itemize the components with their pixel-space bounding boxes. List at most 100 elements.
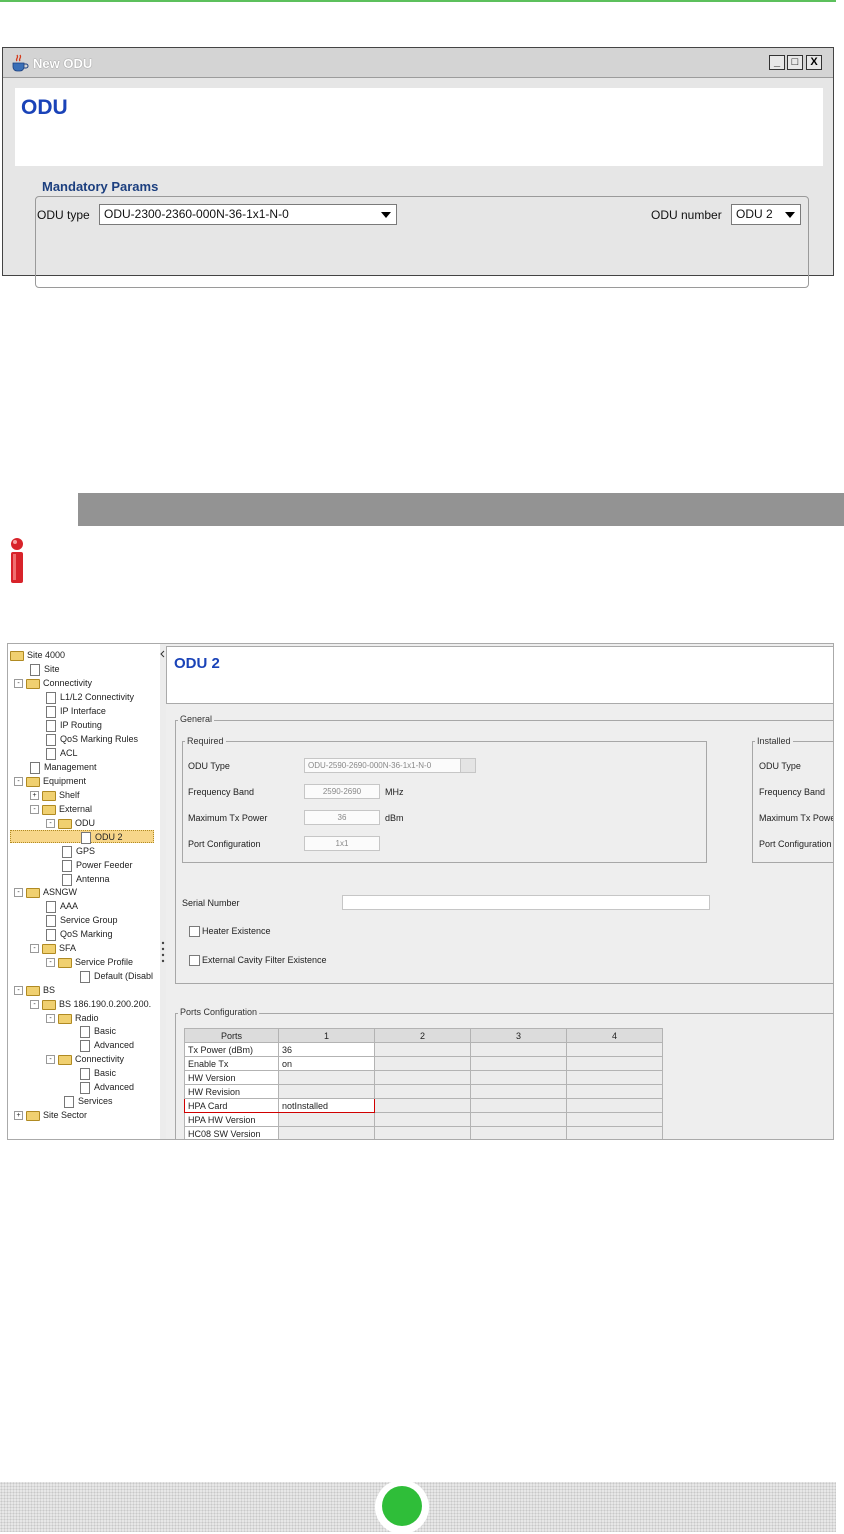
frequency-band-field: 2590-2690 (304, 784, 380, 799)
close-button[interactable]: X (806, 55, 822, 70)
info-person-icon (11, 538, 23, 583)
table-cell[interactable]: 36 (278, 1042, 375, 1057)
folder-open-icon (58, 818, 72, 829)
tree-item-site-4000[interactable]: Site 4000 (10, 649, 65, 662)
serial-number-label: Serial Number (182, 898, 240, 908)
document-icon (80, 1081, 90, 1094)
table-cell[interactable] (470, 1056, 567, 1071)
table-cell[interactable] (470, 1042, 567, 1057)
collapse-icon[interactable]: - (46, 1055, 55, 1065)
tree-item-external[interactable]: - External (30, 803, 92, 816)
collapse-icon[interactable]: - (14, 888, 23, 898)
collapse-icon[interactable]: - (46, 819, 55, 829)
tree-item-bs[interactable]: - BS (14, 984, 55, 997)
table-cell[interactable]: on (278, 1056, 375, 1071)
tree-item-services[interactable]: Services (62, 1095, 113, 1108)
odu-number-value: ODU 2 (736, 207, 773, 221)
max-tx-power-field: 36 (304, 810, 380, 825)
document-icon (62, 845, 72, 858)
tree-item-radio-advanced[interactable]: Advanced (78, 1039, 134, 1052)
maximize-button[interactable]: □ (787, 55, 803, 70)
collapse-icon[interactable]: - (46, 958, 55, 968)
collapse-icon[interactable]: - (14, 679, 23, 689)
folder-open-icon (26, 887, 40, 898)
tree-item-radio[interactable]: - Radio (46, 1012, 99, 1025)
tree-item-asngw[interactable]: - ASNGW (14, 886, 77, 899)
document-icon (30, 761, 40, 774)
collapse-icon[interactable]: - (14, 777, 23, 787)
odu-type-label: ODU type (37, 208, 90, 222)
tree-item-odu-2[interactable]: ODU 2 (10, 830, 154, 844)
tree-item-aaa[interactable]: AAA (44, 900, 78, 913)
expand-icon[interactable]: + (14, 1111, 23, 1121)
tree-item-ip-interface[interactable]: IP Interface (44, 705, 106, 718)
tree-item-gps[interactable]: GPS (60, 845, 95, 858)
required-legend: Required (185, 736, 226, 746)
table-cell (566, 1070, 663, 1085)
collapse-icon[interactable]: - (30, 944, 39, 954)
table-cell[interactable] (374, 1042, 471, 1057)
column-header[interactable]: 4 (566, 1028, 663, 1043)
minimize-button[interactable]: _ (769, 55, 785, 70)
tree-item-power-feeder[interactable]: Power Feeder (60, 859, 133, 872)
odu-number-select[interactable]: ODU 2 (731, 204, 801, 225)
tree-item-site[interactable]: Site (28, 663, 60, 676)
heater-existence-checkbox[interactable] (189, 926, 200, 937)
table-cell[interactable] (374, 1056, 471, 1071)
collapse-icon[interactable]: - (14, 986, 23, 996)
frequency-band-label: Frequency Band (188, 787, 255, 797)
dialog-title-bar[interactable]: New ODU _ □ X (3, 48, 833, 78)
installed-port-config-label: Port Configuration (759, 839, 832, 849)
table-row: HW Revision (184, 1084, 663, 1099)
collapse-icon[interactable]: - (30, 805, 39, 815)
expand-icon[interactable]: + (30, 791, 39, 801)
tree-item-radio-basic[interactable]: Basic (78, 1025, 116, 1038)
document-icon (80, 1067, 90, 1080)
odu-config-screen: Site 4000 Site - Connectivity L1/L2 Conne… (7, 643, 834, 1140)
tree-item-odu[interactable]: - ODU (46, 817, 95, 830)
tree-item-connectivity-advanced[interactable]: Advanced (78, 1081, 134, 1094)
tree-item-qos-marking-rules[interactable]: QoS Marking Rules (44, 733, 138, 746)
tree-item-bs-instance[interactable]: - BS 186.190.0.200.200. (30, 998, 151, 1011)
tree-item-equipment[interactable]: - Equipment (14, 775, 86, 788)
tree-item-l1l2-connectivity[interactable]: L1/L2 Connectivity (44, 691, 134, 704)
cavity-filter-checkbox[interactable] (189, 955, 200, 966)
heater-existence-label: Heater Existence (202, 926, 271, 936)
column-header[interactable]: 3 (470, 1028, 567, 1043)
installed-max-tx-power-label: Maximum Tx Powe (759, 813, 834, 823)
tree-item-shelf[interactable]: + Shelf (30, 789, 80, 802)
document-icon (64, 1095, 74, 1108)
table-cell (566, 1112, 663, 1127)
tree-item-connectivity-basic[interactable]: Basic (78, 1067, 116, 1080)
folder-open-icon (42, 804, 56, 815)
tree-item-default-disabled[interactable]: Default (Disabl (78, 970, 153, 983)
tree-item-sfa[interactable]: - SFA (30, 942, 76, 955)
tree-item-acl[interactable]: ACL (44, 747, 78, 760)
document-icon (46, 733, 56, 746)
table-cell (566, 1126, 663, 1139)
row-label: Tx Power (dBm) (184, 1042, 279, 1057)
odu-type-select[interactable]: ODU-2300-2360-000N-36-1x1-N-0 (99, 204, 397, 225)
table-cell[interactable] (566, 1056, 663, 1071)
row-label: HC08 SW Version (184, 1126, 279, 1139)
collapse-icon[interactable]: - (30, 1000, 39, 1010)
tree-item-service-profile[interactable]: - Service Profile (46, 956, 133, 969)
column-header[interactable]: Ports (184, 1028, 279, 1043)
tree-item-bs-connectivity[interactable]: - Connectivity (46, 1053, 124, 1066)
table-cell (278, 1070, 375, 1085)
tree-item-ip-routing[interactable]: IP Routing (44, 719, 102, 732)
tree-item-site-sector[interactable]: + Site Sector (14, 1109, 87, 1122)
serial-number-input[interactable] (342, 895, 710, 910)
tree-item-service-group[interactable]: Service Group (44, 914, 118, 927)
tree-item-antenna[interactable]: Antenna (60, 873, 110, 886)
column-header[interactable]: 2 (374, 1028, 471, 1043)
table-cell[interactable] (566, 1042, 663, 1057)
column-header[interactable]: 1 (278, 1028, 375, 1043)
tree-item-qos-marking[interactable]: QoS Marking (44, 928, 113, 941)
odu-number-label: ODU number (651, 208, 722, 222)
tree-item-connectivity[interactable]: - Connectivity (14, 677, 92, 690)
collapse-icon[interactable]: - (46, 1014, 55, 1024)
tree-item-management[interactable]: Management (28, 761, 97, 774)
folder-open-icon (58, 1013, 72, 1024)
odu-type-field: ODU-2590-2690-000N-36-1x1-N-0 (304, 758, 476, 773)
